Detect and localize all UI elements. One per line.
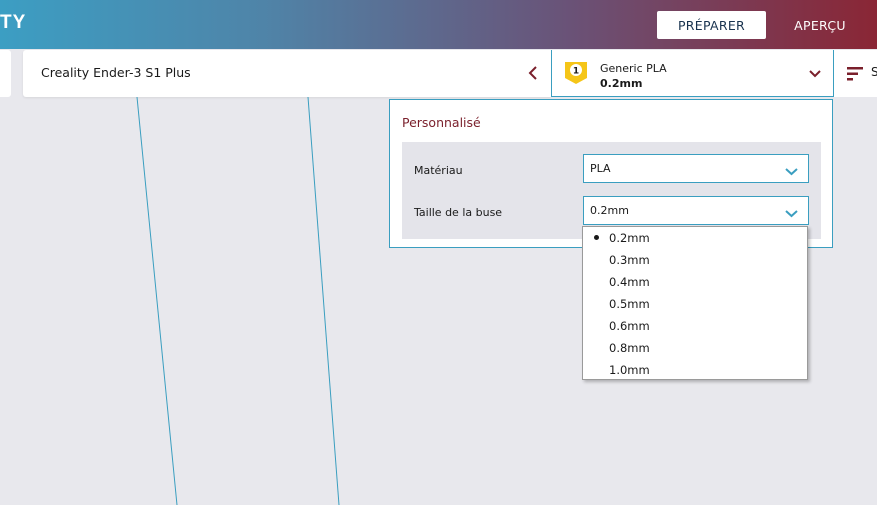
material-label: Matériau [414,164,463,177]
nozzle-size-select[interactable]: 0.2mm [583,196,809,225]
left-panel-stub[interactable] [0,50,11,97]
chevron-down-icon [785,205,798,218]
nozzle-size-select-value: 0.2mm [590,204,629,217]
chevron-left-icon[interactable] [526,63,540,83]
build-volume-edge-left [136,96,178,505]
popup-settings-body: Matériau PLA Taille de la buse 0.2mm [402,142,821,239]
print-settings-selector[interactable]: S [834,50,877,97]
material-select[interactable]: PLA [583,154,809,183]
dropdown-option[interactable]: 0.3mm [583,249,807,271]
nozzle-size-summary: 0.2mm [600,77,643,90]
chevron-down-icon[interactable] [808,66,822,80]
dropdown-option[interactable]: 0.5mm [583,293,807,315]
dropdown-option[interactable]: 0.4mm [583,271,807,293]
settings-label: S [871,65,877,79]
popup-title: Personnalisé [402,115,481,130]
printer-selector[interactable]: Creality Ender-3 S1 Plus [23,50,551,97]
build-volume-edge-right [307,96,340,505]
preview-tab-button[interactable]: APERÇU [784,11,856,39]
extruder-badge-icon: 1 [564,61,588,85]
header-bar: TY PRÉPARER APERÇU [0,0,877,49]
extruder-number: 1 [573,67,579,77]
selected-bullet-icon [594,235,599,240]
dropdown-option[interactable]: 0.2mm [583,227,807,249]
settings-bars-icon [847,66,863,81]
material-selector[interactable]: 1 Generic PLA 0.2mm [551,50,834,97]
app-logo: TY [0,12,27,33]
nozzle-size-dropdown: 0.2mm 0.3mm 0.4mm 0.5mm 0.6mm 0.8mm 1.0m… [582,226,808,380]
dropdown-option[interactable]: 0.6mm [583,315,807,337]
dropdown-option[interactable]: 0.8mm [583,337,807,359]
chevron-down-icon [785,163,798,176]
material-name: Generic PLA [600,62,667,75]
dropdown-option[interactable]: 1.0mm [583,359,807,381]
nozzle-size-label: Taille de la buse [414,206,503,219]
material-select-value: PLA [590,162,611,175]
printer-name: Creality Ender-3 S1 Plus [41,65,191,80]
prepare-tab-button[interactable]: PRÉPARER [657,11,766,39]
